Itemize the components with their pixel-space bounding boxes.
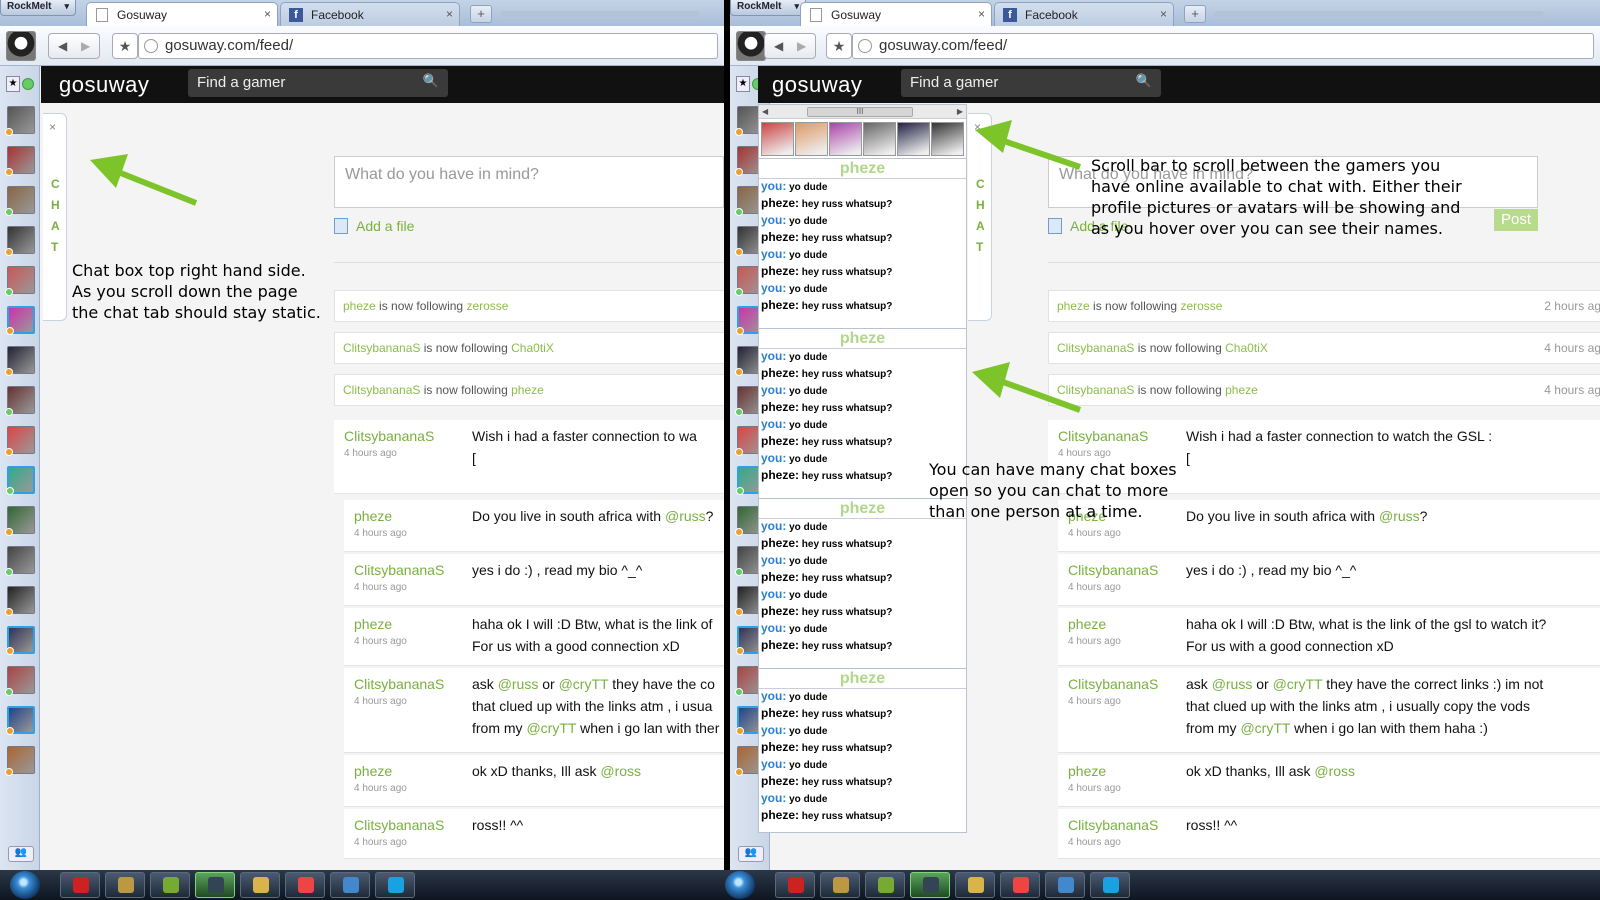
utorrent-icon	[878, 877, 894, 893]
taskbar-button[interactable]	[865, 872, 905, 898]
rockmelt-icon	[343, 877, 359, 893]
winamp-icon	[118, 877, 134, 893]
acrobat-icon	[73, 877, 89, 893]
taskbar-button[interactable]	[1090, 872, 1130, 898]
steam-icon	[923, 877, 939, 893]
taskbar-button[interactable]	[1000, 872, 1040, 898]
steam-icon	[208, 877, 224, 893]
taskbar-button[interactable]	[330, 872, 370, 898]
explorer-icon	[253, 877, 269, 893]
arrow-icon	[975, 120, 1081, 170]
chrome-icon	[298, 877, 314, 893]
rockmelt-icon	[1058, 877, 1074, 893]
start-orb-icon[interactable]	[725, 871, 755, 899]
arrow-icon	[90, 154, 198, 206]
annotation-arrows	[90, 120, 1082, 413]
explorer-icon	[968, 877, 984, 893]
taskbar-button[interactable]	[285, 872, 325, 898]
taskbar-button[interactable]	[375, 872, 415, 898]
winamp-icon	[833, 877, 849, 893]
arrow-head	[972, 362, 1010, 398]
taskbar-button[interactable]	[910, 872, 950, 898]
utorrent-icon	[163, 877, 179, 893]
arrow-shaft	[990, 375, 1082, 413]
taskbar-button[interactable]	[195, 872, 235, 898]
chrome-icon	[1013, 877, 1029, 893]
start-orb-icon[interactable]	[10, 871, 40, 899]
arrow-shaft	[994, 135, 1081, 170]
skype-icon	[1103, 877, 1119, 893]
acrobat-icon	[788, 877, 804, 893]
taskbar-button[interactable]	[955, 872, 995, 898]
taskbar-button[interactable]	[240, 872, 280, 898]
taskbar-button[interactable]	[60, 872, 100, 898]
taskbar-button[interactable]	[775, 872, 815, 898]
windows-taskbar	[0, 870, 1600, 900]
screenshot-root: { "browser": { "app_menu": "RockMelt", "…	[0, 0, 1600, 900]
arrow-icon	[972, 362, 1082, 413]
arrow-head	[975, 120, 1012, 153]
taskbar-button[interactable]	[1045, 872, 1085, 898]
taskbar-button[interactable]	[105, 872, 145, 898]
skype-icon	[388, 877, 404, 893]
taskbar-button[interactable]	[820, 872, 860, 898]
taskbar-button[interactable]	[150, 872, 190, 898]
